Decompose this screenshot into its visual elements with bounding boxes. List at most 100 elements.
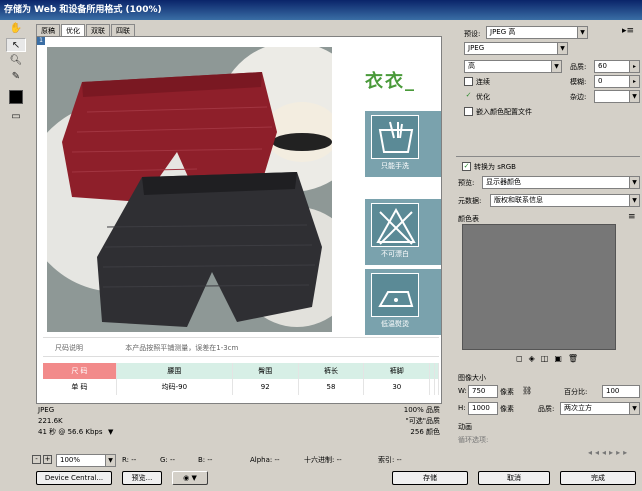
optimized-checkbox[interactable]: ✓ <box>464 92 473 101</box>
progressive-checkbox[interactable] <box>464 77 473 86</box>
resample-select[interactable]: 两次立方 ▼ <box>560 402 640 415</box>
colors-text: 256 颜色 <box>410 428 440 436</box>
chevron-down-icon: ▼ <box>191 474 197 482</box>
notes-text: 本产品按照平铺测量，误差在1-3cm <box>125 344 239 352</box>
metadata-value: 版权和联系信息 <box>494 196 543 204</box>
divider <box>456 156 640 157</box>
convert-srgb-checkbox[interactable]: ✓ <box>462 162 471 171</box>
percent-value: 100 <box>606 387 620 395</box>
dither-text: "可选"品质 <box>405 417 440 425</box>
eyedropper-color-swatch[interactable] <box>9 90 23 104</box>
done-button[interactable]: 完成 <box>560 471 636 485</box>
chevron-right-icon: ▸ <box>629 76 639 87</box>
colortable-menu-icon[interactable]: ≡ <box>628 212 636 222</box>
table-row: 单 码 均码-90 92 58 30 <box>43 379 440 395</box>
quality-text: 100% 品质 <box>403 406 440 414</box>
eyedropper-tool-icon[interactable]: ✎ <box>6 70 26 84</box>
download-menu-icon[interactable]: ▼ <box>108 428 113 437</box>
first-frame-icon[interactable]: ◂◂ <box>588 448 602 457</box>
zoom-select[interactable]: 100% ▼ <box>56 454 116 467</box>
save-button[interactable]: 存储 <box>392 471 468 485</box>
shorts-photo-illustration <box>47 47 332 332</box>
height-input[interactable]: 1000 <box>468 402 498 415</box>
preview-label: 预览: <box>458 179 475 187</box>
zoom-value: 100% <box>60 456 81 464</box>
slice-select-tool-icon[interactable]: ↖ <box>6 38 26 52</box>
handwash-icon <box>371 115 419 159</box>
cancel-button[interactable]: 取消 <box>478 471 550 485</box>
index-value: 索引: -- <box>378 456 402 464</box>
width-value: 750 <box>472 387 486 395</box>
tab-optimized[interactable]: 优化 <box>61 24 85 36</box>
imagesize-label: 图像大小 <box>458 374 486 382</box>
device-central-button[interactable]: Device Central... <box>36 471 112 485</box>
tab-original[interactable]: 原稿 <box>36 24 60 36</box>
height-value: 1000 <box>472 404 490 412</box>
tab-4up[interactable]: 四联 <box>111 24 135 36</box>
hex-value: 十六进制: -- <box>304 456 342 464</box>
table-header: 裤脚 <box>363 363 431 379</box>
quality-input[interactable]: 60 ▸ <box>594 60 640 73</box>
optimization-info: JPEG 221.6K 41 秒 @ 56.6 Kbps ▼ 100% 品质 "… <box>36 405 442 445</box>
chevron-down-icon: ▼ <box>557 43 567 54</box>
hand-tool-icon[interactable]: ✋ <box>6 22 26 36</box>
quality-label: 品质: <box>570 63 587 71</box>
brand-logo: 衣衣_ <box>365 71 416 92</box>
compression-select[interactable]: 高 ▼ <box>464 60 562 73</box>
new-color-icon[interactable]: ▣ <box>554 354 568 363</box>
chevron-right-icon: ▸ <box>629 61 639 72</box>
web-shift-icon[interactable]: ◈ <box>529 354 541 363</box>
zoom-in-button[interactable]: + <box>43 455 52 464</box>
window-title: 存储为 Web 和设备所用格式 (100%) <box>0 0 642 20</box>
panel-menu-icon[interactable]: ▸≡ <box>622 26 634 36</box>
blur-value: 0 <box>598 77 603 85</box>
preview-button[interactable]: 预览... <box>122 471 162 485</box>
add-color-icon[interactable]: ◫ <box>541 354 555 363</box>
table-cell: 30 <box>363 379 431 395</box>
table-header-row: 尺 码 腰围 臀围 裤长 裤脚 <box>43 363 440 379</box>
slice-marker-icon: 1 <box>37 37 45 45</box>
embed-profile-label: 嵌入颜色配置文件 <box>476 108 532 116</box>
r-value: R: -- <box>122 456 137 464</box>
colortable-label: 颜色表 <box>458 215 479 223</box>
optimized-label: 优化 <box>476 93 490 101</box>
browser-select-button[interactable]: ◉ ▼ <box>172 471 208 485</box>
size-table: 尺 码 腰围 臀围 裤长 裤脚 单 码 均码-90 92 58 30 <box>43 363 440 395</box>
resample-label: 品质: <box>538 405 555 413</box>
table-header: 尺 码 <box>43 363 117 379</box>
metadata-select[interactable]: 版权和联系信息 ▼ <box>490 194 640 207</box>
width-input[interactable]: 750 <box>468 385 498 398</box>
image-preview[interactable]: 1 衣衣_ 只能手洗 不可漂白 低温熨烫 尺码说明 本产品按照平铺测量，误差在1… <box>36 36 442 404</box>
lock-color-icon[interactable]: ◻ <box>516 354 529 363</box>
format-select[interactable]: JPEG ▼ <box>464 42 568 55</box>
tab-2up[interactable]: 双联 <box>86 24 110 36</box>
zoom-tool-icon[interactable]: 🔍︎ <box>6 54 26 68</box>
preview-select[interactable]: 显示器颜色 ▼ <box>482 176 640 189</box>
matte-select[interactable]: ▼ <box>594 90 640 103</box>
care-label-text: 不可漂白 <box>381 250 409 258</box>
preset-select[interactable]: JPEG 高 ▼ <box>486 26 588 39</box>
prev-frame-icon[interactable]: ◂ <box>602 448 609 457</box>
colortable-tools[interactable]: ◻◈◫▣🗑 <box>516 354 584 363</box>
animation-label: 动画 <box>458 423 472 431</box>
chevron-down-icon: ▼ <box>577 27 587 38</box>
color-table[interactable] <box>462 224 616 350</box>
preview-value: 显示器颜色 <box>486 178 521 186</box>
format-value: JPEG <box>468 44 485 52</box>
next-frame-icon[interactable]: ▸▸ <box>616 448 630 457</box>
g-value: G: -- <box>160 456 176 464</box>
percent-input[interactable]: 100 <box>602 385 640 398</box>
care-item-handwash: 只能手洗 <box>365 111 441 177</box>
delete-color-icon[interactable]: 🗑 <box>568 354 584 363</box>
animation-controls[interactable]: ◂◂◂▸▸▸ <box>588 448 630 457</box>
embed-profile-checkbox[interactable] <box>464 107 473 116</box>
zoom-out-button[interactable]: - <box>32 455 41 464</box>
percent-label: 百分比: <box>564 388 588 396</box>
blur-input[interactable]: 0 ▸ <box>594 75 640 88</box>
metadata-label: 元数据: <box>458 197 482 205</box>
toggle-slices-icon[interactable]: ▭ <box>6 110 26 124</box>
settings-panel: 预设: JPEG 高 ▼ ▸≡ JPEG ▼ 高 ▼ 品质: 60 ▸ 连续 模… <box>452 20 642 460</box>
link-constrain-icon[interactable]: ⛓ <box>522 386 532 395</box>
table-cell-empty <box>434 379 440 395</box>
play-icon[interactable]: ▸ <box>609 448 616 457</box>
